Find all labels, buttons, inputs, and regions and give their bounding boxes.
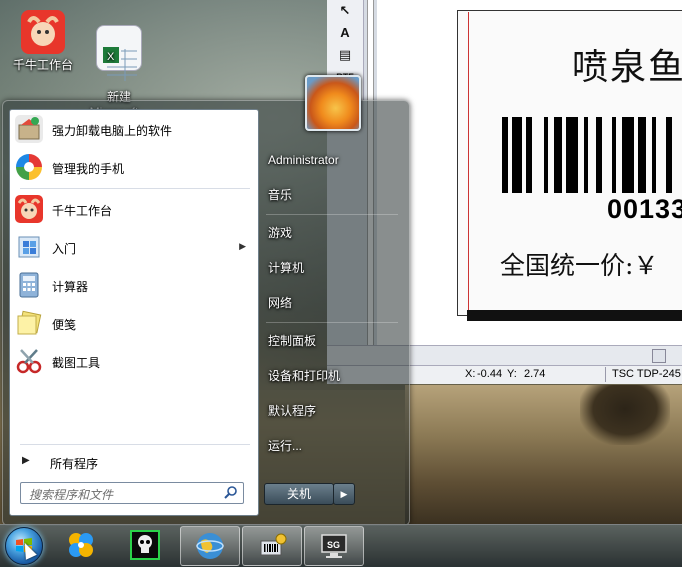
status-x-label: X: (465, 368, 476, 380)
program-item-sticky-notes[interactable]: 便笺 (12, 306, 256, 340)
program-label: 管理我的手机 (52, 162, 125, 176)
start-right-control-panel[interactable]: 控制面板 (262, 327, 400, 355)
program-label: 强力卸载电脑上的软件 (52, 124, 173, 138)
start-right-games[interactable]: 游戏 (262, 219, 400, 247)
program-label: 便笺 (52, 318, 77, 332)
scroll-thumb[interactable] (652, 349, 666, 363)
program-label: 计算器 (52, 280, 89, 294)
barcode-bar (554, 117, 562, 193)
shutdown-options-arrow-icon[interactable]: ▶ (333, 483, 355, 505)
taskbar-app-pinwheel[interactable] (52, 526, 110, 564)
barcode-tool-icon[interactable]: ▤ (327, 44, 363, 66)
program-item-uninstaller[interactable]: 强力卸载电脑上的软件 (12, 112, 256, 146)
barcode-bar (502, 117, 508, 193)
expand-arrow-icon: ▶ (22, 455, 30, 466)
phone-manager-icon (15, 153, 43, 181)
wallpaper-tree (580, 385, 670, 445)
label-price-text[interactable]: 全国统一价:￥ (500, 246, 658, 282)
label-barcode-number[interactable]: 00133 (607, 194, 682, 225)
start-menu-programs-pane: 强力卸载电脑上的软件 管理我的手机 千牛工作台 入门 ▶ 计算器 便笺 截图工具… (9, 109, 259, 516)
text-tool-button[interactable]: A (327, 22, 363, 44)
start-right-computer[interactable]: 计算机 (262, 254, 400, 282)
barcode-bar (622, 117, 634, 193)
status-x-value: -0.44 (477, 368, 503, 380)
barcode-bar (544, 117, 548, 193)
all-programs-label: 所有程序 (50, 457, 99, 471)
start-right-music[interactable]: 音乐 (262, 181, 400, 209)
svg-text:X: X (107, 51, 115, 63)
barcode-bar (566, 117, 578, 193)
start-right-default-programs[interactable]: 默认程序 (262, 397, 400, 425)
program-item-phone-manager[interactable]: 管理我的手机 (12, 150, 256, 184)
svg-text:SG: SG (327, 540, 340, 550)
pointer-tool-icon[interactable]: ↖ (327, 0, 363, 22)
barcode-bar (584, 117, 588, 193)
program-item-qianniu[interactable]: 千牛工作台 (12, 192, 256, 226)
label-printer-icon (260, 533, 287, 556)
barcode-bar (526, 117, 532, 193)
start-right-administrator[interactable]: Administrator (262, 146, 400, 174)
right-divider (266, 214, 398, 215)
label-product-title[interactable]: 喷泉鱼 (572, 38, 682, 90)
start-search-input[interactable]: 搜索程序和文件 (20, 482, 244, 504)
program-item-calculator[interactable]: 计算器 (12, 268, 256, 302)
sticky-notes-icon (15, 309, 43, 337)
program-item-snipping-tool[interactable]: 截图工具 (12, 344, 256, 378)
program-label: 千牛工作台 (52, 204, 113, 218)
search-icon[interactable] (224, 485, 238, 499)
monitor-app-icon: SG (321, 534, 347, 558)
excel-file-icon: X (96, 25, 142, 81)
barcode-bar (596, 117, 602, 193)
label-shadow (467, 310, 682, 321)
barcode-bar (666, 117, 672, 193)
barcode-bar (512, 117, 522, 193)
taskbar-app-skull[interactable] (116, 526, 174, 564)
barcode-bar (652, 117, 656, 193)
desktop-icon-qianniu[interactable]: 千牛工作台 (8, 10, 78, 73)
start-right-run[interactable]: 运行... (262, 432, 400, 460)
submenu-arrow-icon: ▶ (239, 241, 246, 251)
qianniu-icon (21, 10, 65, 54)
qianniu-icon (15, 195, 43, 223)
user-avatar[interactable] (305, 75, 361, 131)
all-programs-divider (20, 444, 250, 445)
status-separator (605, 367, 606, 382)
uninstall-icon (15, 115, 43, 143)
getting-started-icon (15, 233, 43, 261)
all-programs-button[interactable]: ▶ 所有程序 (12, 450, 256, 474)
start-right-devices-printers[interactable]: 设备和打印机 (262, 362, 400, 390)
status-y-label: Y: (507, 368, 517, 380)
pinwheel-app-icon (69, 533, 93, 557)
programs-divider (20, 188, 250, 189)
desktop-icon-label: 千牛工作台 (12, 58, 73, 72)
calculator-icon (15, 271, 43, 299)
barcode-bar (612, 117, 616, 193)
shutdown-button[interactable]: 关机 (264, 483, 334, 505)
snipping-tool-icon (15, 347, 43, 375)
program-label: 入门 (52, 242, 77, 256)
label-barcode[interactable] (502, 117, 682, 193)
browser-globe-icon (196, 533, 224, 559)
status-printer: TSC TDP-245 (612, 368, 681, 380)
right-divider (266, 322, 398, 323)
program-label: 截图工具 (52, 356, 101, 370)
start-right-network[interactable]: 网络 (262, 289, 400, 317)
wallpaper-ground (405, 385, 682, 525)
barcode-bar (638, 117, 646, 193)
skull-app-icon (130, 530, 160, 560)
margin-guide (468, 12, 469, 310)
taskbar-app-monitor[interactable]: SG (304, 526, 364, 566)
status-y-value: 2.74 (524, 368, 546, 380)
taskbar-app-label-printer[interactable] (242, 526, 302, 566)
search-placeholder: 搜索程序和文件 (29, 488, 114, 502)
program-item-getting-started[interactable]: 入门 ▶ (12, 230, 256, 264)
taskbar-app-browser[interactable] (180, 526, 240, 566)
